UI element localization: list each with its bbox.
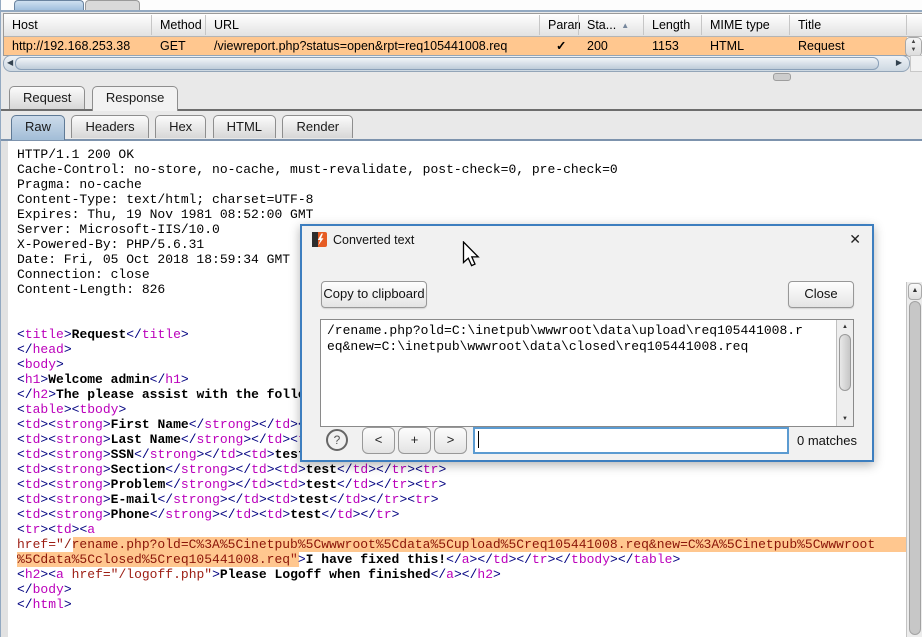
- table-header-row: Host Method URL Params Sta...▲ Length MI…: [4, 14, 922, 37]
- scroll-right-icon[interactable]: ▶: [896, 57, 902, 69]
- params-check-icon: ✓: [548, 37, 580, 55]
- column-header-title[interactable]: Title: [790, 14, 908, 36]
- scroll-left-icon[interactable]: ◀: [7, 57, 13, 69]
- dialog-title-bar[interactable]: Converted text ✕: [302, 226, 872, 254]
- method-cell: GET: [152, 37, 206, 55]
- search-input[interactable]: [473, 427, 789, 454]
- match-count-label: 0 matches: [797, 433, 857, 448]
- title-cell: Request: [790, 37, 908, 55]
- column-header-url[interactable]: URL: [206, 14, 540, 36]
- tab-response[interactable]: Response: [92, 86, 179, 111]
- length-cell: 1153: [644, 37, 702, 55]
- help-icon[interactable]: ?: [326, 429, 348, 451]
- horizontal-scroll-thumb[interactable]: [15, 57, 879, 70]
- burp-suite-window: Host Method URL Params Sta...▲ Length MI…: [0, 0, 922, 637]
- sort-ascending-icon: ▲: [621, 21, 629, 30]
- add-button[interactable]: +: [398, 427, 431, 454]
- vertical-scroll-thumb[interactable]: [909, 301, 921, 635]
- top-tab-strip: [1, 0, 922, 10]
- status-cell: 200: [579, 37, 645, 55]
- column-header-length[interactable]: Length: [644, 14, 702, 36]
- url-cell: /viewreport.php?status=open&rpt=req10544…: [206, 37, 540, 55]
- burp-app-icon: [312, 232, 327, 247]
- scroll-up-icon[interactable]: ▲: [837, 321, 853, 333]
- table-row-selected[interactable]: http://192.168.253.38 GET /viewreport.ph…: [4, 37, 907, 55]
- text-caret: [478, 431, 479, 448]
- host-cell: http://192.168.253.38: [4, 37, 152, 55]
- table-vertical-scrollbar[interactable]: ▲ ▼: [905, 37, 922, 57]
- tab-html[interactable]: HTML: [213, 115, 276, 138]
- next-match-button[interactable]: >: [434, 427, 467, 454]
- mime-cell: HTML: [702, 37, 790, 55]
- column-header-params[interactable]: Params: [540, 14, 580, 36]
- view-tabs-underline: [1, 139, 922, 141]
- column-header-host[interactable]: Host: [4, 14, 152, 36]
- tab-render[interactable]: Render: [282, 115, 353, 138]
- scrollbar-corner: [910, 55, 922, 72]
- scroll-down-icon: ▼: [906, 46, 921, 54]
- tab-request[interactable]: Request: [9, 86, 85, 109]
- converted-text-area[interactable]: /rename.php?old=C:\inetpub\wwwroot\data\…: [320, 319, 854, 427]
- view-tabs: Raw Headers Hex HTML Render: [11, 115, 355, 139]
- column-header-method[interactable]: Method: [152, 14, 206, 36]
- converted-text-content: /rename.php?old=C:\inetpub\wwwroot\data\…: [321, 320, 853, 358]
- copy-to-clipboard-button[interactable]: Copy to clipboard: [321, 281, 427, 308]
- proxy-history-table: Host Method URL Params Sta...▲ Length MI…: [3, 13, 922, 56]
- scroll-up-icon: ▲: [906, 38, 921, 46]
- close-icon[interactable]: ✕: [849, 231, 861, 248]
- mouse-cursor-icon: [462, 241, 481, 268]
- tab-headers[interactable]: Headers: [71, 115, 148, 138]
- column-header-mime[interactable]: MIME type: [702, 14, 790, 36]
- converted-text-dialog: Converted text ✕ Copy to clipboard Close…: [300, 224, 874, 462]
- column-header-status[interactable]: Sta...▲: [579, 14, 645, 37]
- scroll-up-icon[interactable]: ▲: [908, 283, 922, 300]
- tab-hex[interactable]: Hex: [155, 115, 206, 138]
- panel-splitter-handle[interactable]: [773, 73, 791, 81]
- previous-match-button[interactable]: <: [362, 427, 395, 454]
- editor-vertical-scrollbar[interactable]: ▲: [906, 282, 922, 637]
- scroll-down-icon[interactable]: ▼: [837, 413, 853, 425]
- dialog-text-scrollbar[interactable]: ▲ ▼: [836, 320, 853, 426]
- dialog-search-controls: ? < + > 0 matches: [302, 427, 872, 455]
- dialog-title: Converted text: [333, 233, 414, 247]
- close-button[interactable]: Close: [788, 281, 854, 308]
- dialog-scroll-thumb[interactable]: [839, 334, 851, 391]
- message-tabs: Request Response: [9, 86, 180, 110]
- table-horizontal-scrollbar[interactable]: ◀ ▶: [3, 55, 910, 72]
- tab-raw[interactable]: Raw: [11, 115, 65, 140]
- top-tab-underline: [1, 10, 922, 12]
